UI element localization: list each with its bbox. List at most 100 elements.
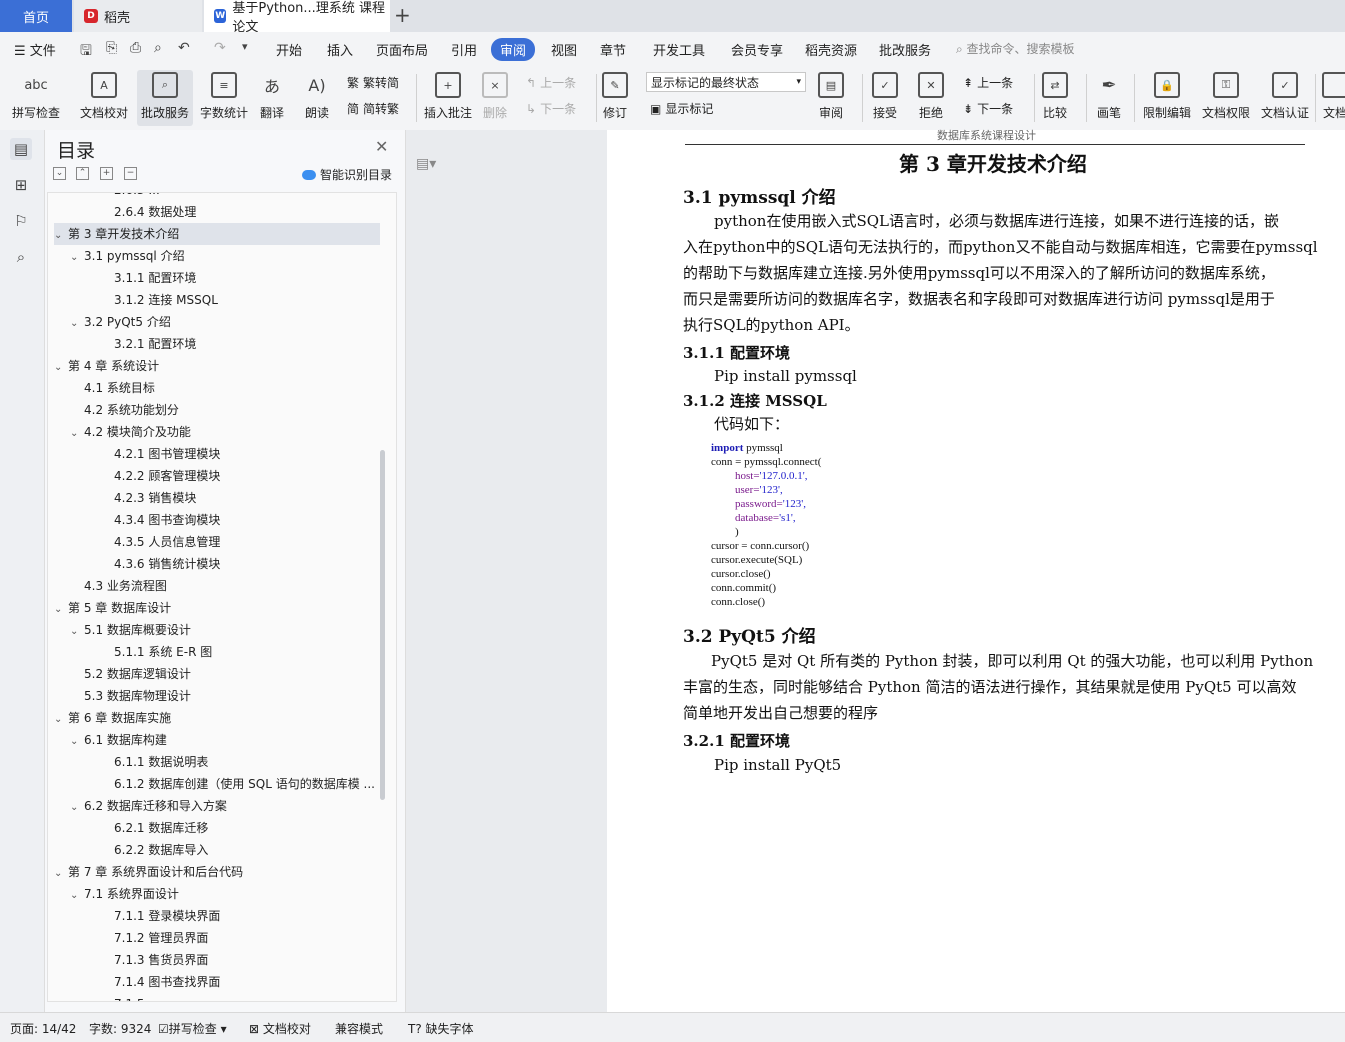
simp-to-trad-button[interactable]: 简简转繁 — [347, 100, 399, 117]
toc-item[interactable]: 7.1.5 ... — [54, 993, 380, 1001]
toc-item[interactable]: 7.1.4 图书查找界面 — [54, 971, 380, 993]
toc-item[interactable]: 3.1.1 配置环境 — [54, 267, 380, 289]
chevron-down-icon[interactable]: ⌄ — [70, 313, 84, 335]
next-comment-button[interactable]: ↳ 下一条 — [526, 100, 576, 117]
toc-item[interactable]: 4.1 系统目标 — [54, 377, 380, 399]
page-count[interactable]: 页面: 14/42 — [10, 1020, 76, 1037]
reject-button[interactable]: ✕ 拒绝 — [918, 72, 944, 121]
save-icon[interactable]: 🖫 — [80, 40, 92, 64]
proofread-button[interactable]: A 文档校对 — [80, 72, 128, 121]
chevron-down-icon[interactable]: ⌄ — [54, 357, 68, 379]
toc-item[interactable]: 7.1.3 售货员界面 — [54, 949, 380, 971]
bookmark-icon[interactable]: ⚐ — [10, 210, 32, 232]
new-tab-button[interactable]: + — [394, 3, 411, 27]
chevron-down-icon[interactable]: ⌄ — [70, 797, 84, 819]
menu-docer-resources[interactable]: 稻壳资源 — [805, 40, 857, 59]
page-options-icon[interactable]: ▤▾ — [416, 156, 436, 172]
toc-item[interactable]: ⌄ 6.1 数据库构建 — [54, 729, 380, 751]
next-change-button[interactable]: ⇟ 下一条 — [963, 100, 1013, 117]
toc-item[interactable]: 4.3.4 图书查询模块 — [54, 509, 380, 531]
toc-item[interactable]: 7.1.2 管理员界面 — [54, 927, 380, 949]
toc-item[interactable]: 7.1.1 登录模块界面 — [54, 905, 380, 927]
show-markup-button[interactable]: ▣ 显示标记 — [650, 100, 713, 117]
insert-comment-button[interactable]: + 插入批注 — [424, 72, 472, 121]
menu-review[interactable]: 审阅 — [491, 38, 536, 61]
export-pdf-icon[interactable]: ⎘ — [106, 40, 117, 56]
collapse-all-icon[interactable]: ⌄ — [53, 167, 66, 180]
menu-member[interactable]: 会员专享 — [731, 40, 783, 59]
word-count-button[interactable]: ≡ 字数统计 — [200, 72, 248, 121]
toc-item[interactable]: 4.3.6 销售统计模块 — [54, 553, 380, 575]
toc-panel-icon[interactable]: ▤ — [10, 138, 32, 160]
status-proofread[interactable]: ⊠ 文档校对 — [249, 1020, 311, 1037]
prev-comment-button[interactable]: ↰ 上一条 — [526, 74, 576, 91]
word-count[interactable]: 字数: 9324 — [89, 1020, 151, 1037]
grading-service-button[interactable]: ⌕ 批改服务 — [137, 70, 193, 126]
menu-layout[interactable]: 页面布局 — [376, 40, 428, 59]
read-aloud-button[interactable]: A) 朗读 — [304, 72, 330, 121]
chevron-down-icon[interactable]: ⌄ — [70, 247, 84, 269]
toc-item[interactable]: 3.2.1 配置环境 — [54, 333, 380, 355]
toc-item[interactable]: ⌄ 4.2 模块简介及功能 — [54, 421, 380, 443]
command-search[interactable]: ⌕ 查找命令、搜索模板 — [956, 40, 1075, 57]
restrict-editing-button[interactable]: 🔒 限制编辑 — [1143, 72, 1191, 121]
status-spell-check[interactable]: ☑拼写检查 ▾ — [158, 1020, 227, 1037]
toc-item[interactable]: 4.2 系统功能划分 — [54, 399, 380, 421]
expand-up-icon[interactable]: ⌃ — [76, 167, 89, 180]
toc-item[interactable]: ⌄ 6.2 数据库迁移和导入方案 — [54, 795, 380, 817]
menu-file[interactable]: ☰ 文件 — [14, 40, 56, 59]
toc-item[interactable]: 4.2.2 顾客管理模块 — [54, 465, 380, 487]
toc-item[interactable]: ⌄ 5.1 数据库概要设计 — [54, 619, 380, 641]
toc-item[interactable]: 6.1.2 数据库创建（使用 SQL 语句的数据库模 ... — [54, 773, 380, 795]
compat-mode[interactable]: 兼容模式 — [335, 1020, 383, 1037]
toc-item[interactable]: 2.6.4 数据处理 — [54, 201, 380, 223]
track-changes-button[interactable]: ✎ 修订 — [602, 72, 628, 121]
prev-change-button[interactable]: ⇞ 上一条 — [963, 74, 1013, 91]
menu-insert[interactable]: 插入 — [327, 40, 353, 59]
toc-item[interactable]: ⌄ 7.1 系统界面设计 — [54, 883, 380, 905]
chevron-down-icon[interactable]: ⌄ — [54, 709, 68, 731]
smart-toc-button[interactable]: 智能识别目录 — [302, 166, 392, 183]
chevron-down-icon[interactable]: ⌄ — [70, 731, 84, 753]
translate-button[interactable]: あ翻译 — [259, 72, 285, 121]
chevron-down-icon[interactable]: ⌄ — [70, 885, 84, 907]
print-icon[interactable]: ⎙ — [130, 40, 141, 56]
toc-item[interactable]: 4.2.3 销售模块 — [54, 487, 380, 509]
chevron-down-icon[interactable]: ⌄ — [54, 863, 68, 885]
document-page[interactable]: 数据库系统课程设计 第 3 章开发技术介绍 3.1 pymssql 介绍 pyt… — [607, 129, 1345, 1012]
toc-item[interactable]: 4.3.5 人员信息管理 — [54, 531, 380, 553]
chevron-down-icon[interactable]: ⌄ — [70, 621, 84, 643]
toc-item[interactable]: ⌄ 3.2 PyQt5 介绍 — [54, 311, 380, 333]
menu-references[interactable]: 引用 — [451, 40, 477, 59]
pen-button[interactable]: ✒ 画笔 — [1096, 72, 1122, 121]
toc-item[interactable]: ⌄ 第 6 章 数据库实施 — [54, 707, 380, 729]
chevron-down-icon[interactable]: ⌄ — [54, 225, 68, 247]
spell-check-button[interactable]: abc 拼写检查 — [12, 72, 60, 121]
doc-rights-button[interactable]: ⚿ 文档权限 — [1202, 72, 1250, 121]
print-preview-icon[interactable]: ⌕ — [154, 40, 162, 56]
toc-item[interactable]: 4.3 业务流程图 — [54, 575, 380, 597]
doc-certify-button[interactable]: ✓ 文档认证 — [1261, 72, 1309, 121]
more-doc-button[interactable]: 文档 — [1322, 72, 1345, 121]
toc-item[interactable]: ⌄ 第 4 章 系统设计 — [54, 355, 380, 377]
accept-button[interactable]: ✓ 接受 — [872, 72, 898, 121]
toc-item[interactable]: 6.2.1 数据库迁移 — [54, 817, 380, 839]
trad-to-simp-button[interactable]: 繁繁转简 — [347, 74, 399, 91]
missing-fonts[interactable]: T? 缺失字体 — [408, 1020, 474, 1037]
menu-chapter[interactable]: 章节 — [600, 40, 626, 59]
menu-developer[interactable]: 开发工具 — [653, 40, 705, 59]
search-icon[interactable]: ⌕ — [10, 246, 32, 268]
delete-comment-button[interactable]: × 删除 — [482, 72, 508, 121]
chevron-down-icon[interactable]: ⌄ — [70, 423, 84, 445]
add-heading-icon[interactable]: + — [100, 167, 113, 180]
compare-button[interactable]: ⇄ 比较 — [1042, 72, 1068, 121]
remove-heading-icon[interactable]: − — [124, 167, 137, 180]
tab-docer[interactable]: D 稻壳 — [74, 0, 202, 32]
toc-item[interactable]: ⌄ 第 5 章 数据库设计 — [54, 597, 380, 619]
tab-home[interactable]: 首页 — [0, 0, 72, 32]
toc-item[interactable]: 3.1.2 连接 MSSQL — [54, 289, 380, 311]
menu-view[interactable]: 视图 — [551, 40, 577, 59]
markup-state-select[interactable]: 显示标记的最终状态 ▾ — [646, 72, 806, 92]
toc-item[interactable]: ⌄ 第 3 章开发技术介绍 — [54, 223, 380, 245]
toc-item[interactable]: 4.2.1 图书管理模块 — [54, 443, 380, 465]
